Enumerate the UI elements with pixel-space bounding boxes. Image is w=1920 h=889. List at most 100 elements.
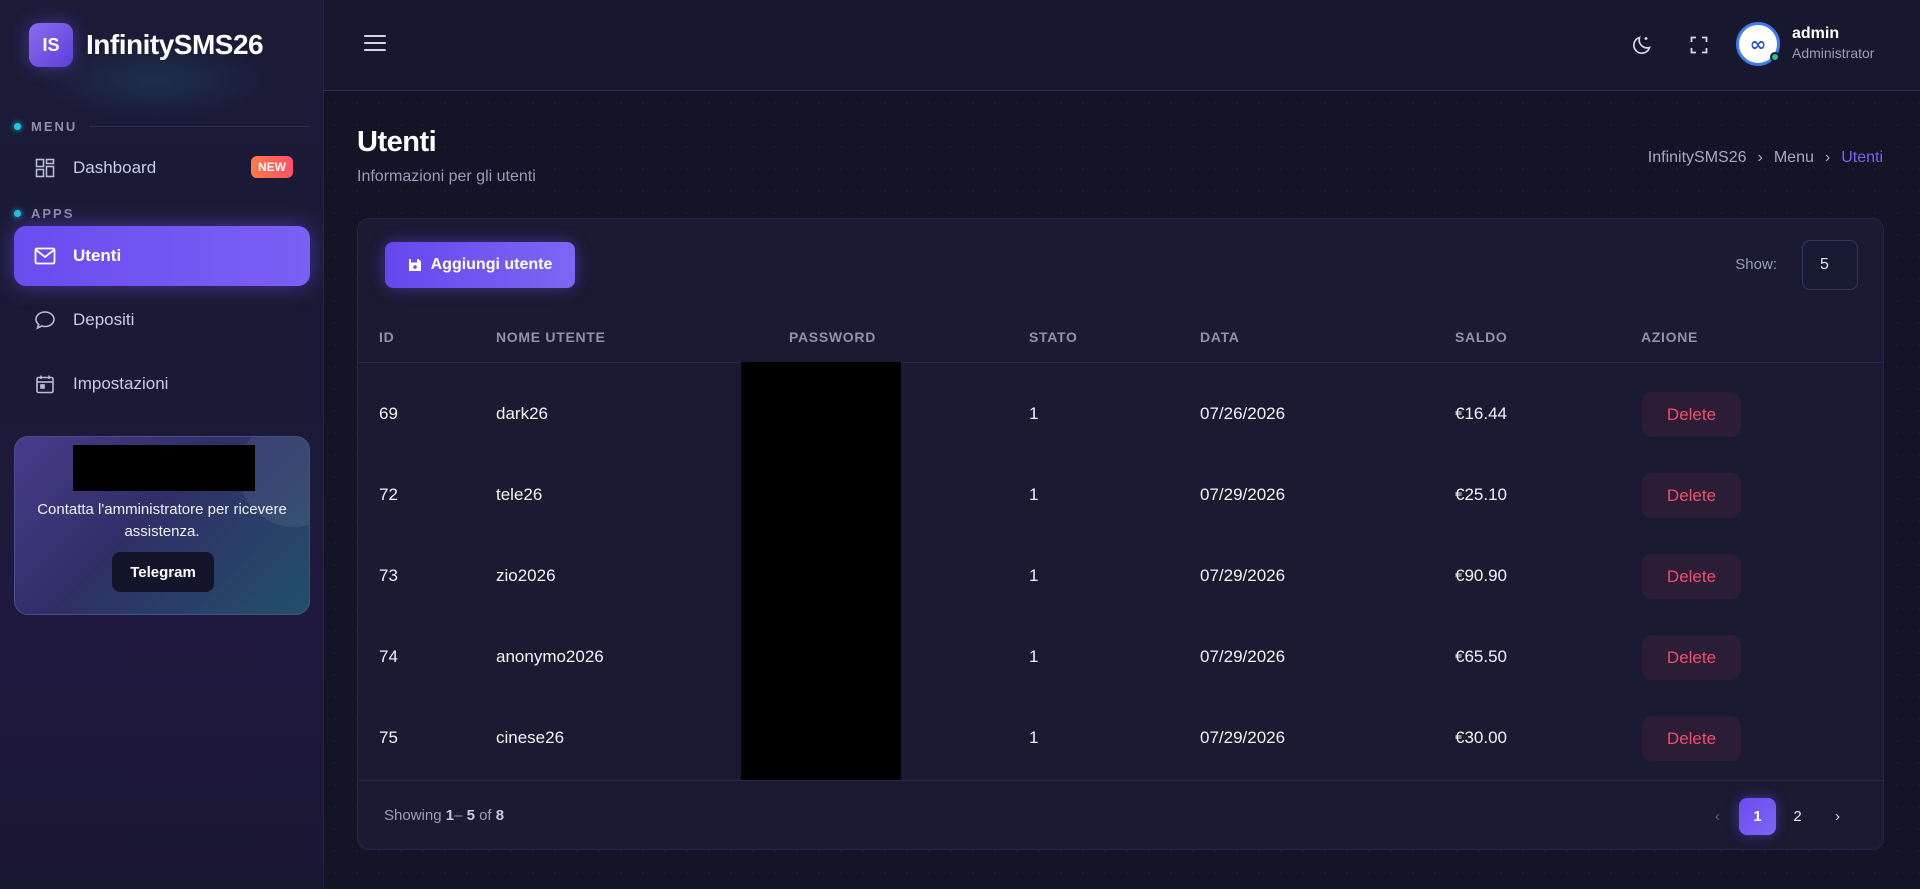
sidebar: IS InfinitySMS26 MENU Dashboard NEW APPS…: [0, 0, 324, 889]
online-status-dot: [1770, 52, 1780, 62]
prev-page-icon[interactable]: ‹: [1699, 798, 1736, 835]
breadcrumb: InfinitySMS26 › Menu › Utenti: [1648, 149, 1883, 167]
cell-saldo: €30.00: [1455, 728, 1507, 747]
cell-stato: 1: [1029, 647, 1039, 666]
cell-id: 69: [379, 404, 398, 423]
section-label-menu: MENU: [14, 119, 309, 134]
redacted-password-column: [741, 362, 901, 780]
delete-button[interactable]: Delete: [1642, 635, 1741, 680]
calendar-icon: [33, 372, 57, 396]
telegram-button[interactable]: Telegram: [112, 552, 214, 592]
section-label-text: APPS: [31, 206, 75, 221]
cell-data: 07/29/2026: [1200, 647, 1286, 666]
help-card: Contatta l'amministratore per ricevere a…: [14, 436, 310, 615]
showing-count: Showing 1– 5 of 8: [384, 807, 505, 824]
section-dot: [14, 123, 21, 130]
section-label-text: MENU: [31, 119, 78, 134]
cell-data: 07/26/2026: [1200, 404, 1286, 423]
table-row: 73 zio2026 1 07/29/2026 €90.90 Delete: [358, 536, 1883, 617]
sidebar-item-label: Utenti: [73, 246, 122, 265]
sidebar-item-depositi[interactable]: Depositi: [14, 290, 310, 350]
table-row: 74 anonymo2026 1 07/29/2026 €65.50 Delet…: [358, 617, 1883, 698]
cell-stato: 1: [1029, 728, 1039, 747]
cell-stato: 1: [1029, 404, 1039, 423]
cell-saldo: €25.10: [1455, 485, 1507, 504]
breadcrumb-current: Utenti: [1841, 149, 1883, 166]
delete-button[interactable]: Delete: [1642, 473, 1741, 518]
cell-data: 07/29/2026: [1200, 566, 1286, 585]
delete-button[interactable]: Delete: [1642, 716, 1741, 761]
next-page-icon[interactable]: ›: [1819, 798, 1856, 835]
delete-button[interactable]: Delete: [1642, 392, 1741, 437]
users-table-card: Aggiungi utente Show: 5 ID NOME UTENTE P…: [357, 218, 1884, 850]
mail-icon: [33, 244, 57, 268]
page-button-2[interactable]: 2: [1779, 798, 1816, 835]
page-button-1[interactable]: 1: [1739, 798, 1776, 835]
brand-name: InfinitySMS26: [86, 29, 264, 60]
chevron-right-icon: ›: [1757, 149, 1763, 166]
table-footer: Showing 1– 5 of 8 ‹ 1 2 ›: [358, 780, 1883, 851]
cell-username: anonymo2026: [496, 647, 604, 666]
sidebar-item-dashboard[interactable]: Dashboard NEW: [14, 138, 310, 198]
column-header-username[interactable]: NOME UTENTE: [496, 329, 606, 345]
table-row: 75 cinese26 1 07/29/2026 €30.00 Delete: [358, 698, 1883, 779]
sidebar-item-utenti[interactable]: Utenti: [14, 226, 310, 286]
page-title: Utenti: [357, 126, 437, 158]
new-badge: NEW: [251, 156, 293, 178]
cell-saldo: €65.50: [1455, 647, 1507, 666]
cell-saldo: €90.90: [1455, 566, 1507, 585]
cell-username: zio2026: [496, 566, 556, 585]
cell-username: cinese26: [496, 728, 565, 747]
add-user-label: Aggiungi utente: [430, 256, 553, 273]
add-user-button[interactable]: Aggiungi utente: [385, 242, 575, 288]
section-divider: [89, 126, 309, 127]
table-row: 72 tele26 1 07/29/2026 €25.10 Delete: [358, 455, 1883, 536]
topbar: ∞ admin Administrator: [324, 0, 1920, 91]
chevron-right-icon: ›: [1824, 149, 1831, 166]
cell-stato: 1: [1029, 485, 1039, 504]
main-content: Utenti Informazioni per gli utenti Infin…: [324, 92, 1920, 889]
cell-id: 72: [379, 485, 398, 504]
cell-data: 07/29/2026: [1200, 485, 1286, 504]
table-row: 69 dark26 1 07/26/2026 €16.44 Delete: [358, 374, 1883, 455]
sidebar-item-label: Depositi: [73, 310, 135, 329]
menu-icon[interactable]: [364, 35, 386, 53]
fullscreen-icon[interactable]: [1687, 33, 1711, 57]
sidebar-item-label: Dashboard: [73, 158, 157, 177]
user-name[interactable]: admin: [1792, 25, 1839, 43]
brand-logo: IS: [29, 23, 73, 67]
column-header-password[interactable]: PASSWORD: [789, 329, 876, 345]
column-header-azione: AZIONE: [1641, 329, 1699, 345]
page-subtitle: Informazioni per gli utenti: [357, 168, 536, 185]
page-size-input[interactable]: 5: [1802, 240, 1858, 290]
chat-bubble-icon: [33, 308, 57, 332]
column-header-id[interactable]: ID: [379, 329, 394, 345]
avatar[interactable]: ∞: [1736, 22, 1780, 66]
moon-icon[interactable]: [1630, 33, 1654, 57]
dashboard-grid-icon: [33, 156, 57, 180]
cell-saldo: €16.44: [1455, 404, 1507, 423]
table-header: ID NOME UTENTE PASSWORD STATO DATA SALDO…: [358, 309, 1883, 363]
avatar-logo: ∞: [1749, 32, 1767, 56]
breadcrumb-item[interactable]: InfinitySMS26: [1648, 149, 1747, 167]
help-text: Contatta l'amministratore per ricevere a…: [37, 501, 287, 540]
section-label-apps: APPS: [14, 206, 309, 221]
user-role: Administrator: [1792, 45, 1875, 61]
redacted-image: [73, 445, 255, 491]
sidebar-item-impostazioni[interactable]: Impostazioni: [14, 354, 310, 414]
pagination: ‹ 1 2 ›: [1696, 798, 1856, 835]
column-header-saldo[interactable]: SALDO: [1455, 329, 1508, 345]
cell-username: dark26: [496, 404, 548, 423]
cell-id: 75: [379, 728, 398, 747]
cell-username: tele26: [496, 485, 543, 504]
delete-button[interactable]: Delete: [1642, 554, 1741, 599]
cell-data: 07/29/2026: [1200, 728, 1286, 747]
column-header-stato[interactable]: STATO: [1029, 329, 1078, 345]
column-header-data[interactable]: DATA: [1200, 329, 1240, 345]
breadcrumb-item[interactable]: Menu: [1774, 149, 1814, 167]
sidebar-item-label: Impostazioni: [73, 374, 169, 393]
cell-id: 73: [379, 566, 398, 585]
show-label: Show:: [1735, 256, 1777, 273]
brand[interactable]: IS InfinitySMS26: [29, 23, 264, 67]
save-icon: [408, 258, 422, 272]
